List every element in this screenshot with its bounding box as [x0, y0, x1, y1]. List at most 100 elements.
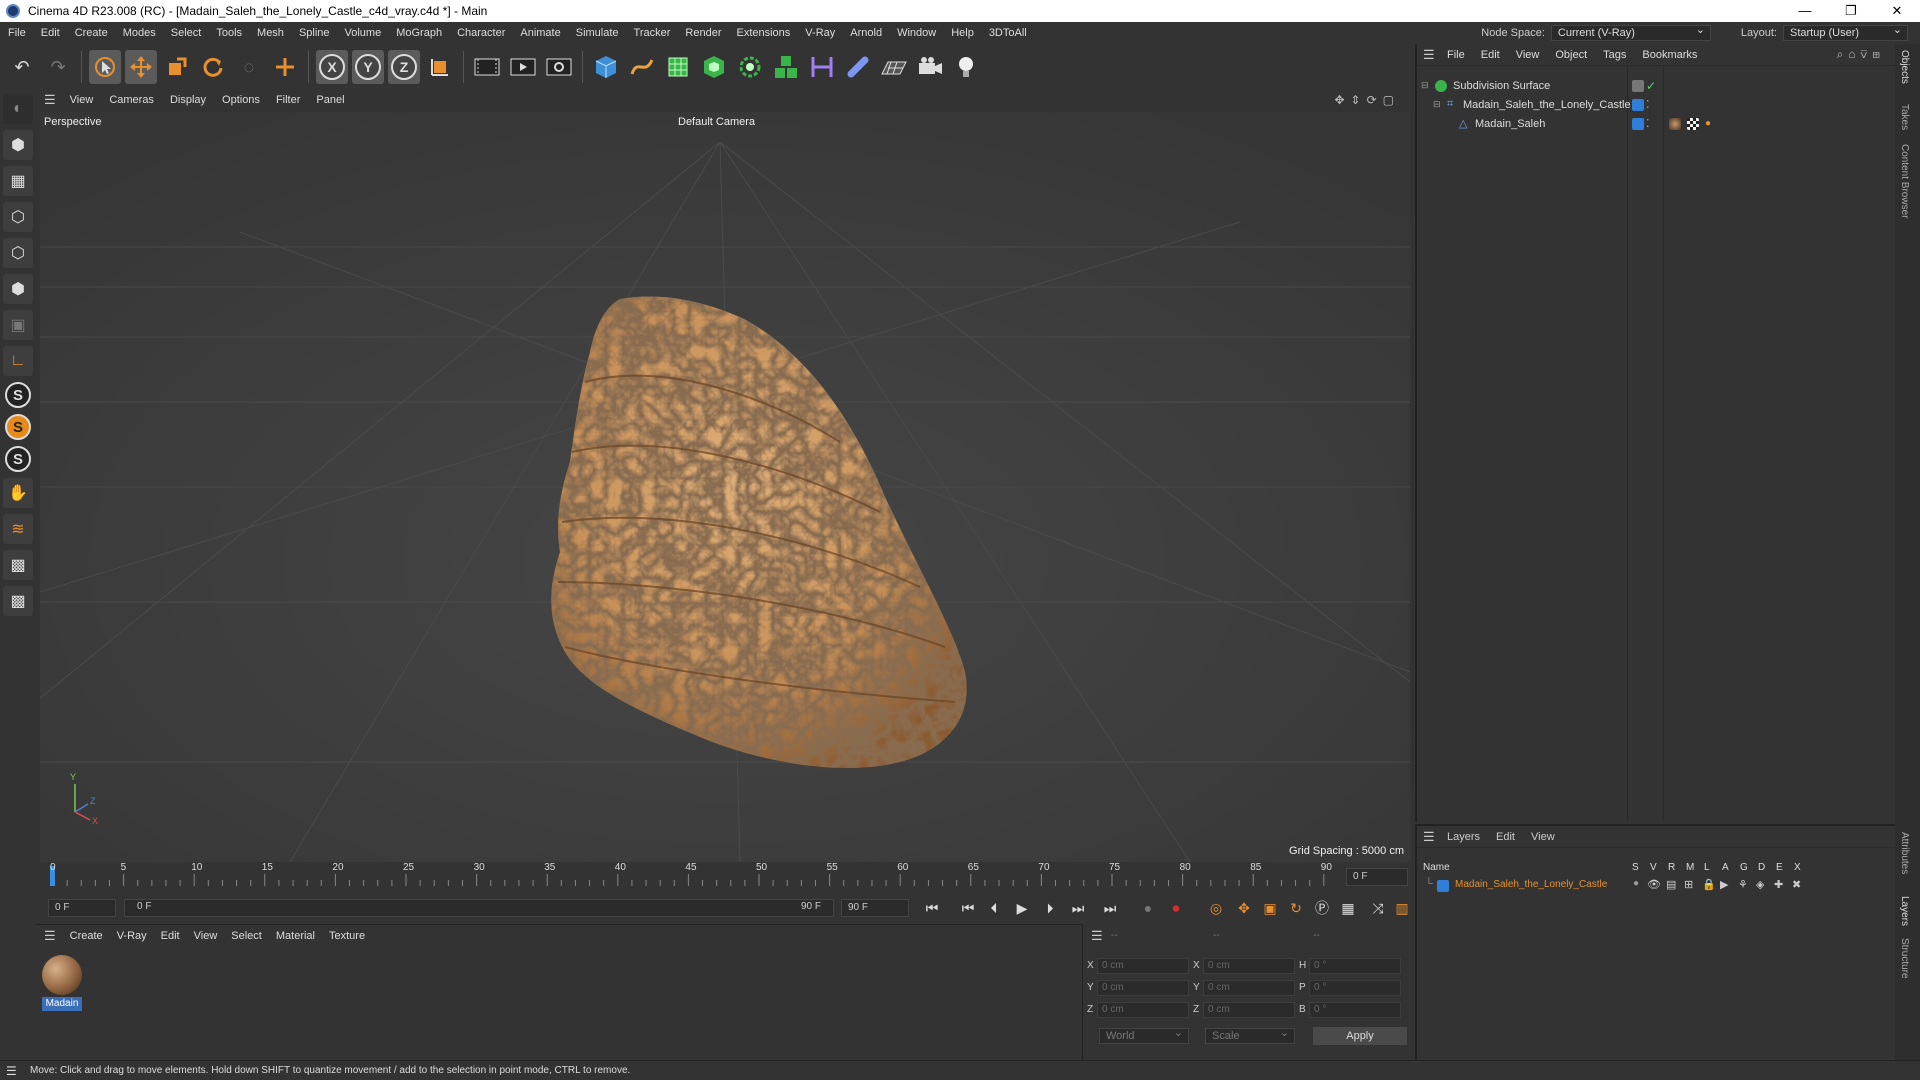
column-d[interactable]: D — [1758, 862, 1765, 873]
render-dots-icon[interactable]: ⁚ — [1646, 117, 1650, 130]
edges-mode-icon[interactable]: ⬡ — [3, 238, 33, 268]
collapse-icon[interactable]: ⊟ — [1421, 80, 1429, 91]
viewport-perspective[interactable]: Y X Z Perspective Default Camera Grid Sp… — [40, 112, 1410, 862]
render-picture-viewer-icon[interactable] — [507, 50, 539, 84]
hamburger-icon[interactable]: ☰ — [44, 92, 56, 108]
menu-edit[interactable]: Edit — [41, 27, 60, 39]
position-y-field[interactable]: 0 cm — [1097, 980, 1189, 996]
render-view-icon[interactable] — [471, 50, 503, 84]
layout-dropdown[interactable]: Startup (User) — [1783, 23, 1908, 41]
tab-objects[interactable]: Objects — [1899, 50, 1910, 84]
material-menu-view[interactable]: View — [194, 930, 218, 942]
hamburger-icon[interactable]: ☰ — [44, 928, 56, 944]
key-position-icon[interactable]: ✥ — [1232, 900, 1256, 917]
column-v[interactable]: V — [1650, 862, 1657, 873]
solo-icon[interactable]: ● — [1633, 878, 1639, 889]
layer-menu-layers[interactable]: Layers — [1447, 831, 1480, 843]
play-icon[interactable]: ▶ — [1010, 900, 1034, 917]
menu-3dtoall[interactable]: 3DToAll — [989, 27, 1027, 39]
hamburger-icon[interactable]: ☰ — [6, 1064, 17, 1078]
camera-label[interactable]: Default Camera — [678, 116, 755, 128]
object-row-madain[interactable]: △ Madain_Saleh ⁚ ● — [1417, 114, 1897, 133]
light-icon[interactable] — [950, 50, 982, 84]
menu-tools[interactable]: Tools — [216, 27, 242, 39]
xrefs-icon[interactable]: ✖ — [1792, 878, 1801, 891]
field-icon[interactable] — [842, 50, 874, 84]
menu-simulate[interactable]: Simulate — [576, 27, 619, 39]
node-space-dropdown[interactable]: Current (V-Ray) — [1550, 23, 1711, 41]
search-icon[interactable]: ⌕⌂⊽⊞ — [1837, 47, 1885, 62]
material-tag-icon[interactable] — [1669, 117, 1681, 130]
size-z-field[interactable]: 0 cm — [1203, 1002, 1295, 1018]
view-eye-icon[interactable]: 👁 — [1647, 878, 1661, 891]
expressions-icon[interactable]: ✚ — [1774, 878, 1783, 891]
material-menu-material[interactable]: Material — [276, 930, 315, 942]
start-frame-field[interactable]: 0 F — [48, 899, 116, 917]
polygons-mode-icon[interactable]: ⬢ — [3, 274, 33, 304]
hamburger-icon[interactable]: ☰ — [1091, 928, 1103, 944]
uv-mode-icon[interactable]: ▣ — [3, 310, 33, 340]
collapse-icon[interactable]: ⊟ — [1433, 99, 1441, 110]
key-scale-icon[interactable]: ▣ — [1258, 900, 1282, 917]
manager-icon[interactable]: ⊞ — [1684, 878, 1693, 891]
model-mode-icon[interactable]: ⬢ — [3, 130, 33, 160]
workplane-icon[interactable]: ≋ — [3, 514, 33, 544]
column-x[interactable]: X — [1794, 862, 1801, 873]
column-g[interactable]: G — [1740, 862, 1748, 873]
live-selection-icon[interactable]: ◌ — [233, 50, 265, 84]
material-swatch[interactable]: Madain — [42, 955, 82, 1013]
next-key-icon[interactable]: ⏭ — [1066, 900, 1090, 917]
render-clapper-icon[interactable]: ▤ — [1666, 878, 1676, 891]
size-y-field[interactable]: 0 cm — [1203, 980, 1295, 996]
menu-select[interactable]: Select — [171, 27, 202, 39]
layer-color-tag[interactable] — [1632, 117, 1644, 130]
menu-render[interactable]: Render — [685, 27, 721, 39]
tab-takes[interactable]: Takes — [1899, 104, 1910, 130]
menu-character[interactable]: Character — [457, 27, 505, 39]
workplane-snap-icon[interactable]: S — [5, 446, 31, 472]
column-s[interactable]: S — [1632, 862, 1639, 873]
menu-modes[interactable]: Modes — [123, 27, 156, 39]
animation-play-icon[interactable]: ▶ — [1720, 878, 1728, 891]
key-rotation-icon[interactable]: ↻ — [1284, 900, 1308, 917]
size-x-field[interactable]: 0 cm — [1203, 958, 1295, 974]
viewport-navigation-icons[interactable]: ✥⇕⟳▢ — [1334, 93, 1400, 107]
vray-tag-icon[interactable]: ● — [1705, 118, 1711, 129]
layer-color-swatch[interactable] — [1437, 880, 1449, 892]
menu-mesh[interactable]: Mesh — [257, 27, 284, 39]
menu-help[interactable]: Help — [951, 27, 974, 39]
scale-tool-icon[interactable] — [161, 50, 193, 84]
record-keys-icon[interactable]: ● — [1136, 900, 1160, 916]
layer-menu-view[interactable]: View — [1531, 831, 1555, 843]
column-l[interactable]: L — [1704, 862, 1710, 873]
material-menu-edit[interactable]: Edit — [161, 930, 180, 942]
viewport-menu-cameras[interactable]: Cameras — [109, 94, 154, 106]
select-tool-icon[interactable] — [89, 50, 121, 84]
column-r[interactable]: R — [1668, 862, 1675, 873]
viewport-menu-view[interactable]: View — [70, 94, 94, 106]
grid-icon[interactable]: ▩ — [3, 550, 33, 580]
tab-layers[interactable]: Layers — [1899, 896, 1910, 926]
tweak-mode-icon[interactable]: ✋ — [3, 478, 33, 508]
timeline-ruler[interactable]: 0 5 10 15 20 25 30 35 40 45 50 55 60 65 70 75 80 85 90 0 F — [36, 862, 1412, 890]
viewport-menu-panel[interactable]: Panel — [316, 94, 344, 106]
previous-key-icon[interactable]: ⏮ — [956, 900, 980, 917]
deformer-icon[interactable] — [806, 50, 838, 84]
column-a[interactable]: A — [1722, 862, 1729, 873]
timeline-window-icon[interactable]: ▥ — [1390, 900, 1414, 917]
snap-settings-icon[interactable]: S — [5, 414, 31, 440]
position-z-field[interactable]: 0 cm — [1097, 1002, 1189, 1018]
cube-icon[interactable] — [590, 50, 622, 84]
position-x-field[interactable]: 0 cm — [1097, 958, 1189, 974]
key-pla-icon[interactable]: ▦ — [1336, 900, 1360, 917]
restore-icon[interactable]: ❐ — [1828, 3, 1874, 19]
menu-window[interactable]: Window — [897, 27, 936, 39]
object-row-subdivision[interactable]: ⊟ Subdivision Surface ✓ — [1417, 76, 1897, 95]
viewport-menu-options[interactable]: Options — [222, 94, 260, 106]
next-frame-icon[interactable]: ⏵ — [1038, 900, 1062, 917]
key-selection-icon[interactable]: ◎ — [1204, 900, 1228, 917]
object-menu-view[interactable]: View — [1516, 49, 1540, 61]
menu-file[interactable]: File — [8, 27, 26, 39]
menu-animate[interactable]: Animate — [520, 27, 560, 39]
material-menu-select[interactable]: Select — [231, 930, 262, 942]
